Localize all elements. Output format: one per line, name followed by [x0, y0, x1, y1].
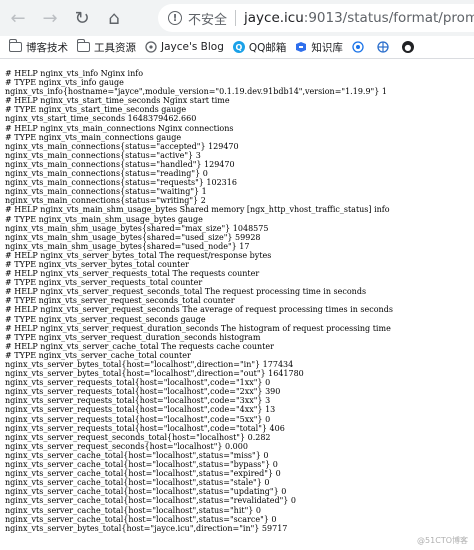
- bookmark-label: Jayce's Blog: [161, 41, 224, 53]
- metric-line: nginx_vts_main_shm_usage_bytes{shared="m…: [5, 223, 269, 233]
- bookmark-jayces-blog[interactable]: Jayce's Blog: [145, 41, 224, 53]
- github-icon: ●: [401, 41, 414, 53]
- bookmark-knowledge-base[interactable]: 知识库: [295, 40, 343, 55]
- metric-line: nginx_vts_server_requests_total{host="lo…: [5, 387, 281, 397]
- bookmark-label: 知识库: [311, 41, 343, 54]
- insecure-label[interactable]: 不安全: [188, 9, 227, 28]
- address-bar[interactable]: ! 不安全 jayce.icu:9013/status/format/prome…: [158, 4, 474, 32]
- metric-line: # TYPE nginx_vts_server_request_duration…: [5, 332, 261, 342]
- metric-line: # TYPE nginx_vts_server_request_seconds_…: [5, 296, 235, 306]
- metric-line: # TYPE nginx_vts_main_shm_usage_bytes ga…: [5, 214, 203, 224]
- metric-line: nginx_vts_server_request_seconds{host="l…: [5, 441, 248, 451]
- metric-line: # TYPE nginx_vts_server_requests_total c…: [5, 278, 203, 288]
- metric-line: # HELP nginx_vts_start_time_seconds Ngin…: [5, 96, 230, 106]
- metric-line: nginx_vts_server_cache_total{host="local…: [5, 450, 269, 460]
- metric-line: # HELP nginx_vts_server_request_seconds …: [5, 305, 393, 315]
- metric-line: # HELP nginx_vts_server_requests_total T…: [5, 269, 260, 279]
- metric-line: nginx_vts_server_bytes_total{host="jayce…: [5, 523, 288, 533]
- reload-icon[interactable]: ↻: [68, 4, 96, 32]
- page-content: # HELP nginx_vts_info Nginx info # TYPE n…: [0, 59, 474, 550]
- qq-mail-icon: Q: [232, 41, 245, 53]
- metric-line: # HELP nginx_vts_info Nginx info: [5, 69, 144, 78]
- metric-line: nginx_vts_main_connections{status="writi…: [5, 196, 206, 206]
- blog-icon: [145, 41, 157, 53]
- metric-line: nginx_vts_main_connections{status="reque…: [5, 178, 237, 188]
- back-arrow-icon[interactable]: ←: [4, 4, 32, 32]
- metric-line: # HELP nginx_vts_main_connections Nginx …: [5, 123, 234, 133]
- bookmark-label: QQ邮箱: [248, 41, 287, 54]
- browser-toolbar: ← → ↻ ⌂ ! 不安全 jayce.icu:9013/status/form…: [0, 0, 474, 36]
- metric-line: nginx_vts_server_cache_total{host="local…: [5, 469, 281, 479]
- metric-line: nginx_vts_server_cache_total{host="local…: [5, 496, 296, 506]
- ext-icon: [377, 41, 389, 53]
- metric-line: # HELP nginx_vts_server_request_duration…: [5, 323, 391, 333]
- metric-line: nginx_vts_server_requests_total{host="lo…: [5, 378, 271, 388]
- bookmark-shortcut-1[interactable]: [352, 41, 368, 53]
- metric-line: nginx_vts_main_connections{status="handl…: [5, 159, 235, 169]
- metric-line: nginx_vts_main_connections{status="readi…: [5, 169, 208, 179]
- metric-line: # TYPE nginx_vts_start_time_seconds gaug…: [5, 105, 187, 115]
- metric-line: # HELP nginx_vts_server_bytes_total The …: [5, 250, 272, 260]
- bookmark-label: 工具资源: [94, 41, 136, 54]
- folder-icon: [8, 39, 22, 52]
- bookmark-qq-mail[interactable]: Q QQ邮箱: [232, 40, 287, 55]
- metric-line: nginx_vts_main_shm_usage_bytes{shared="u…: [5, 241, 250, 251]
- forward-arrow-icon[interactable]: →: [36, 4, 64, 32]
- bookmarks-bar: 博客技术 工具资源 Jayce's Blog Q QQ邮箱 知识库 ●: [0, 36, 474, 59]
- metric-line: nginx_vts_server_requests_total{host="lo…: [5, 414, 271, 424]
- watermark: @51CTO博客: [417, 536, 468, 545]
- metric-line: # TYPE nginx_vts_server_request_seconds …: [5, 314, 206, 324]
- metric-line: nginx_vts_server_cache_total{host="local…: [5, 487, 287, 497]
- bookmark-label: 博客技术: [26, 41, 68, 54]
- metric-line: # TYPE nginx_vts_main_connections gauge: [5, 132, 182, 142]
- metric-line: # HELP nginx_vts_server_request_seconds_…: [5, 287, 367, 297]
- metric-line: nginx_vts_server_bytes_total{host="local…: [5, 369, 304, 379]
- metric-line: nginx_vts_server_requests_total{host="lo…: [5, 405, 276, 415]
- knowledge-base-icon: [295, 41, 307, 53]
- globe-icon: [352, 41, 364, 53]
- metric-line: nginx_vts_server_requests_total{host="lo…: [5, 396, 271, 406]
- home-icon[interactable]: ⌂: [100, 4, 128, 32]
- metric-line: nginx_vts_server_cache_total{host="local…: [5, 478, 270, 488]
- metric-line: nginx_vts_server_cache_total{host="local…: [5, 514, 277, 524]
- metric-line: nginx_vts_server_cache_total{host="local…: [5, 460, 278, 470]
- bookmark-folder-tools[interactable]: 工具资源: [76, 39, 136, 55]
- metric-line: nginx_vts_server_requests_total{host="lo…: [5, 423, 285, 433]
- metric-line: nginx_vts_main_connections{status="waiti…: [5, 187, 207, 197]
- metric-line: nginx_vts_server_bytes_total{host="local…: [5, 360, 294, 369]
- metric-line: nginx_vts_main_shm_usage_bytes{shared="u…: [5, 232, 261, 242]
- metric-line: nginx_vts_main_connections{status="accep…: [5, 141, 239, 151]
- metric-line: # HELP nginx_vts_server_cache_total The …: [5, 341, 274, 351]
- metric-line: # HELP nginx_vts_main_shm_usage_bytes Sh…: [5, 205, 390, 215]
- metric-line: nginx_vts_server_request_seconds_total{h…: [5, 432, 271, 442]
- bookmark-folder-blog-tech[interactable]: 博客技术: [8, 39, 68, 55]
- bookmark-github[interactable]: ●: [401, 41, 418, 53]
- metrics-text: # HELP nginx_vts_info Nginx info # TYPE n…: [0, 59, 474, 533]
- bookmark-shortcut-2[interactable]: [377, 41, 393, 53]
- metric-line: nginx_vts_start_time_seconds 1648379462.…: [5, 114, 197, 124]
- metric-line: # TYPE nginx_vts_server_cache_total coun…: [5, 350, 191, 360]
- metric-line: # TYPE nginx_vts_info gauge: [5, 78, 124, 88]
- insecure-warning-icon[interactable]: !: [168, 11, 182, 25]
- folder-icon: [76, 39, 90, 52]
- url-path[interactable]: :9013/status/format/prometheus;: [304, 10, 474, 26]
- address-divider: [235, 10, 237, 26]
- url-host[interactable]: jayce.icu: [244, 10, 304, 26]
- metric-line: nginx_vts_info{hostname="jayce",module_v…: [5, 87, 387, 97]
- metric-line: # TYPE nginx_vts_server_bytes_total coun…: [5, 259, 189, 269]
- metric-line: nginx_vts_server_cache_total{host="local…: [5, 505, 261, 515]
- metric-line: nginx_vts_main_connections{status="activ…: [5, 150, 201, 160]
